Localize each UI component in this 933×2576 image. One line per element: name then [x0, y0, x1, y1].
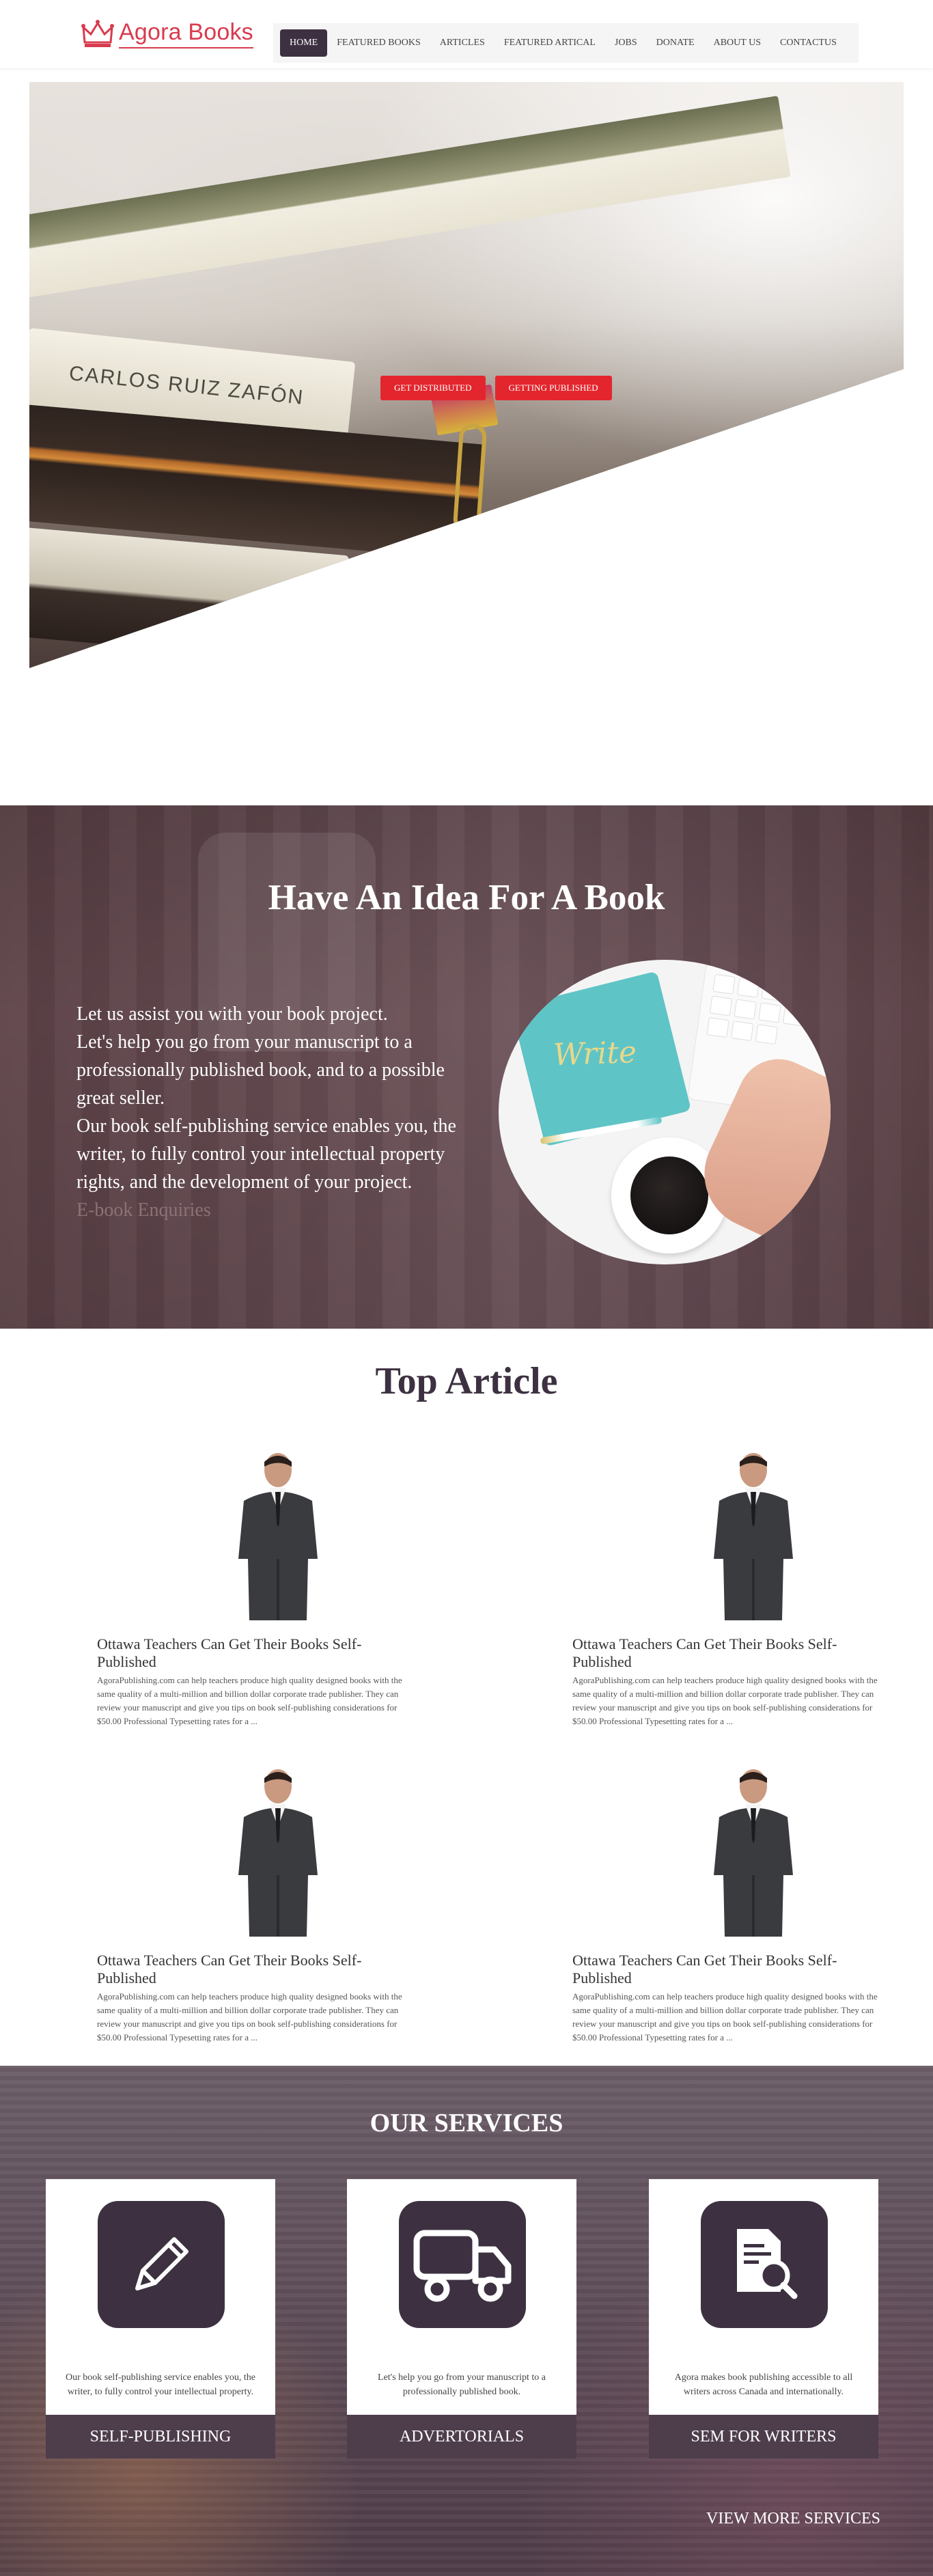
idea-text: Let us assist you with your book project… — [76, 1000, 459, 1224]
nav-contact-us[interactable]: CONTACTUS — [770, 29, 846, 57]
idea-paragraph: Our book self-publishing service enables… — [76, 1116, 456, 1193]
idea-image: Write — [499, 960, 831, 1264]
article-image[interactable] — [706, 1450, 801, 1620]
nav-donate[interactable]: DONATE — [647, 29, 704, 57]
crown-icon — [81, 20, 114, 47]
article-excerpt: AgoraPublishing.com can help teachers pr… — [572, 1675, 878, 1726]
key-cap — [785, 984, 809, 1005]
logo-text: Agora Books — [119, 19, 253, 49]
hero-buttons: GET DISTRIBUTED GETTING PUBLISHED — [380, 376, 612, 400]
service-description: Our book self-publishing service enables… — [66, 2372, 255, 2397]
top-article-title: Top Article — [375, 1360, 558, 1402]
key-cap — [731, 1021, 754, 1042]
pencil-icon — [135, 2237, 189, 2290]
key-cap — [734, 999, 757, 1020]
article-image[interactable] — [230, 1450, 326, 1620]
getting-published-button[interactable]: GETTING PUBLISHED — [495, 376, 612, 400]
idea-section: Have An Idea For A Book Let us assist yo… — [0, 805, 933, 1329]
service-icon-box — [98, 2201, 225, 2328]
site-header: Agora Books HOME FEATURED BOOKS ARTICLES… — [0, 0, 933, 68]
article-image[interactable] — [706, 1766, 801, 1937]
hero-banner: CARLOS RUIZ ZAFÓN GET DISTRIBUTED GETTIN… — [29, 82, 904, 668]
article-title[interactable]: Ottawa Teachers Can Get Their Books Self… — [572, 1952, 887, 1987]
key-cap — [755, 1024, 779, 1045]
document-search-icon — [737, 2229, 798, 2299]
service-description: Agora makes book publishing accessible t… — [674, 2372, 853, 2397]
idea-title: Have An Idea For A Book — [268, 878, 665, 917]
service-label: SEM FOR WRITERS — [649, 2415, 878, 2459]
services-section: OUR SERVICES Our book self-publishing se… — [0, 2066, 933, 2576]
article-image[interactable] — [230, 1766, 326, 1937]
article-excerpt: AgoraPublishing.com can help teachers pr… — [97, 1675, 402, 1726]
service-label: ADVERTORIALS — [347, 2415, 576, 2459]
article-title[interactable]: Ottawa Teachers Can Get Their Books Self… — [97, 1952, 411, 1987]
coffee — [630, 1157, 708, 1234]
idea-paragraph: Let's help you go from your manuscript t… — [76, 1031, 445, 1109]
key-cap — [712, 973, 736, 995]
service-label: SELF-PUBLISHING — [46, 2415, 275, 2459]
businessman-photo-icon — [238, 1769, 318, 1937]
service-card-advertorials[interactable]: Let's help you go from your manuscript t… — [347, 2179, 576, 2459]
service-icon-box — [399, 2201, 526, 2328]
key-cap — [706, 1017, 729, 1038]
nav-featured-books[interactable]: FEATURED BOOKS — [327, 29, 430, 57]
logo[interactable]: Agora Books — [81, 16, 253, 51]
get-distributed-button[interactable]: GET DISTRIBUTED — [380, 376, 486, 400]
service-description: Let's help you go from your manuscript t… — [378, 2372, 546, 2397]
nav-home[interactable]: HOME — [280, 29, 328, 57]
view-more-services-link[interactable]: VIEW MORE SERVICES — [706, 2510, 880, 2528]
truck-icon — [413, 2230, 512, 2302]
nav-about-us[interactable]: ABOUT US — [704, 29, 770, 57]
service-card-self-publishing[interactable]: Our book self-publishing service enables… — [46, 2179, 275, 2459]
nav-featured-artical[interactable]: FEATURED ARTICAL — [495, 29, 605, 57]
article-excerpt: AgoraPublishing.com can help teachers pr… — [97, 1991, 402, 2042]
service-card-sem-for-writers[interactable]: Agora makes book publishing accessible t… — [649, 2179, 878, 2459]
businessman-photo-icon — [238, 1453, 318, 1620]
key-cap — [809, 987, 831, 1008]
article-title[interactable]: Ottawa Teachers Can Get Their Books Self… — [572, 1635, 887, 1671]
nav-articles[interactable]: ARTICLES — [430, 29, 495, 57]
key-cap — [758, 1002, 781, 1023]
key-cap — [736, 977, 760, 998]
key-cap — [782, 1006, 806, 1027]
article-title[interactable]: Ottawa Teachers Can Get Their Books Self… — [97, 1635, 411, 1671]
article-excerpt: AgoraPublishing.com can help teachers pr… — [572, 1991, 878, 2042]
ebook-enquiries-link[interactable]: E-book Enquiries — [76, 1196, 459, 1224]
main-nav: HOME FEATURED BOOKS ARTICLES FEATURED AR… — [273, 23, 859, 63]
businessman-photo-icon — [714, 1769, 793, 1937]
key-cap — [761, 980, 784, 1001]
businessman-photo-icon — [714, 1453, 793, 1620]
notebook-word: Write — [553, 1034, 637, 1073]
service-icon-box — [701, 2201, 828, 2328]
key-cap — [709, 995, 733, 1016]
services-title: OUR SERVICES — [370, 2109, 563, 2137]
nav-jobs[interactable]: JOBS — [605, 29, 647, 57]
key-cap — [807, 1009, 830, 1030]
idea-paragraph: Let us assist you with your book project… — [76, 1003, 388, 1025]
